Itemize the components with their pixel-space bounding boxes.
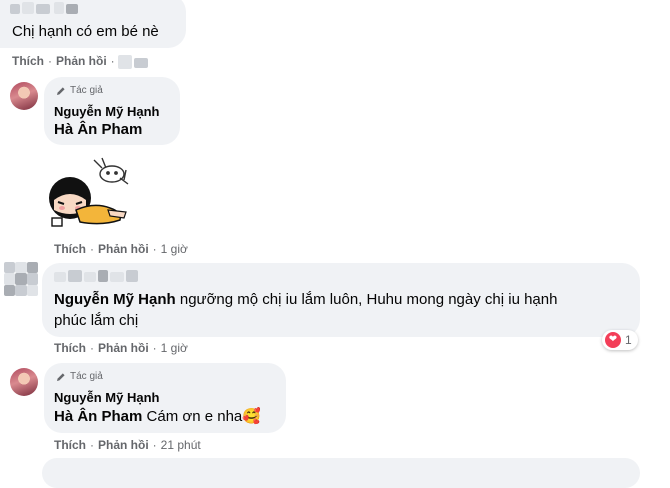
comment-author-name[interactable]: Nguyễn Mỹ Hạnh bbox=[54, 390, 159, 405]
comment-bubble: Tác giả Nguyễn Mỹ Hạnh Hà Ân Pham Cám ơn… bbox=[44, 363, 286, 433]
comment-actions: Thích · Phản hồi · 21 phút bbox=[54, 438, 201, 452]
reply-link[interactable]: Phản hồi bbox=[98, 438, 149, 452]
reply-link[interactable]: Phản hồi bbox=[56, 54, 107, 68]
comment-timestamp[interactable]: 1 giờ bbox=[161, 341, 188, 355]
comment-actions: Thích · Phản hồi · 1 giờ bbox=[54, 242, 188, 256]
comment-bubble: Nguyễn Mỹ Hạnh ngưỡng mộ chị iu lắm luôn… bbox=[42, 263, 640, 337]
comment-actions: Thích · Phản hồi · 1 giờ bbox=[54, 341, 188, 355]
mentioned-user[interactable]: Nguyễn Mỹ Hạnh bbox=[54, 291, 176, 308]
comment-timestamp[interactable]: 1 giờ bbox=[161, 242, 188, 256]
reaction-count: 1 bbox=[625, 333, 632, 347]
comment-bubble: Chị hạnh có em bé nè bbox=[0, 0, 186, 48]
comment-text-line1: ngưỡng mộ chị iu lắm luôn, Huhu mong ngà… bbox=[179, 291, 558, 308]
like-link[interactable]: Thích bbox=[12, 54, 44, 68]
reaction-summary[interactable]: ❤ 1 bbox=[602, 330, 638, 350]
reply-link[interactable]: Phản hồi bbox=[98, 341, 149, 355]
like-link[interactable]: Thích bbox=[54, 341, 86, 355]
pencil-icon bbox=[57, 372, 65, 381]
rabbit-doodle bbox=[93, 157, 129, 185]
comment-bubble: Tác giả Nguyễn Mỹ Hạnh Hà Ân Pham bbox=[44, 77, 180, 145]
comment-text: Nguyễn Mỹ Hạnh ngưỡng mộ chị iu lắm luôn… bbox=[54, 291, 557, 308]
blurred-commenter-name bbox=[54, 270, 150, 284]
comment-body: Cám ơn e nha🥰 bbox=[146, 408, 261, 425]
heart-icon: ❤ bbox=[605, 332, 621, 348]
author-badge-label: Tác giả bbox=[70, 371, 103, 382]
avatar[interactable] bbox=[10, 82, 38, 110]
comment-text-line2: phúc lắm chị bbox=[54, 312, 139, 329]
author-badge: Tác giả bbox=[56, 85, 103, 96]
author-badge: Tác giả bbox=[56, 371, 103, 382]
comment-author-name[interactable]: Nguyễn Mỹ Hạnh bbox=[54, 104, 159, 119]
blurred-timestamp bbox=[118, 55, 158, 69]
mentioned-user[interactable]: Hà Ân Pham bbox=[54, 121, 142, 138]
comment-text: Chị hạnh có em bé nè bbox=[12, 23, 159, 40]
reply-link[interactable]: Phản hồi bbox=[98, 242, 149, 256]
author-badge-label: Tác giả bbox=[70, 85, 103, 96]
crying-girl-sticker bbox=[49, 157, 129, 227]
blurred-commenter-name bbox=[10, 2, 90, 16]
pencil-icon bbox=[57, 86, 65, 95]
like-link[interactable]: Thích bbox=[54, 438, 86, 452]
comment-text: Hà Ân Pham Cám ơn e nha🥰 bbox=[54, 407, 261, 425]
avatar[interactable] bbox=[4, 262, 38, 296]
like-link[interactable]: Thích bbox=[54, 242, 86, 256]
comment-timestamp[interactable]: 21 phút bbox=[161, 438, 201, 452]
mentioned-user[interactable]: Hà Ân Pham bbox=[54, 408, 142, 425]
avatar[interactable] bbox=[10, 368, 38, 396]
comment-actions: Thích · Phản hồi · bbox=[12, 54, 115, 68]
